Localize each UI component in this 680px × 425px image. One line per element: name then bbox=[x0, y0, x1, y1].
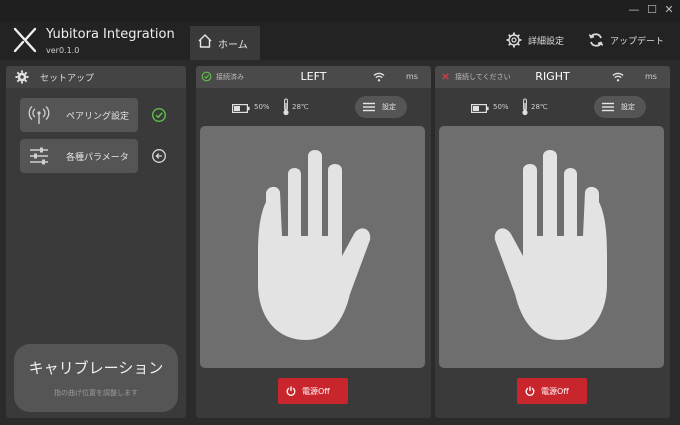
right-panel-header: 接続してください RIGHT ms bbox=[435, 66, 670, 88]
left-latency-unit: ms bbox=[406, 72, 418, 81]
left-hand-icon bbox=[258, 150, 371, 340]
setup-title: セットアップ bbox=[40, 74, 95, 84]
right-settings-button[interactable]: 設定 bbox=[594, 96, 646, 118]
right-settings-label: 設定 bbox=[621, 103, 635, 111]
gear-icon bbox=[15, 70, 29, 84]
left-settings-label: 設定 bbox=[382, 103, 396, 111]
minimize-button[interactable]: — bbox=[627, 3, 641, 17]
left-temperature: 28℃ bbox=[292, 103, 309, 111]
app-header: Yubitora Integration ver0.1.0 ホーム 詳細設定 ア… bbox=[0, 22, 680, 60]
app-version: ver0.1.0 bbox=[46, 46, 80, 55]
refresh-icon bbox=[588, 33, 604, 47]
home-icon bbox=[198, 34, 212, 48]
left-battery-level: 50% bbox=[254, 103, 270, 111]
setup-header: セットアップ bbox=[6, 66, 186, 88]
right-battery-level: 50% bbox=[493, 103, 509, 111]
right-power-off-label: 電源Off bbox=[541, 387, 569, 396]
left-hand-panel: 接続済み LEFT ms 50% 28℃ 設定 電源Off bbox=[196, 66, 431, 418]
right-hand-panel: 接続してください RIGHT ms 50% 28℃ 設定 電源Off bbox=[435, 66, 670, 418]
calibration-subtitle: 指の曲げ位置を調整します bbox=[54, 389, 138, 397]
advanced-settings-button[interactable]: 詳細設定 bbox=[506, 31, 568, 51]
battery-icon bbox=[471, 104, 489, 113]
menu-icon bbox=[602, 102, 614, 112]
calibration-button[interactable]: キャリブレーション 指の曲げ位置を調整します bbox=[14, 344, 178, 412]
right-hand-view bbox=[439, 126, 664, 368]
battery-icon bbox=[232, 104, 250, 113]
left-power-off-label: 電源Off bbox=[302, 387, 330, 396]
antenna-icon bbox=[28, 106, 50, 124]
parameters-button[interactable]: 各種パラメータ bbox=[20, 139, 138, 173]
left-power-off-button[interactable]: 電源Off bbox=[278, 378, 348, 404]
right-temperature: 28℃ bbox=[531, 103, 548, 111]
thermometer-icon bbox=[522, 98, 528, 116]
update-button[interactable]: アップデート bbox=[588, 31, 668, 51]
thermometer-icon bbox=[283, 98, 289, 116]
power-icon bbox=[286, 386, 296, 396]
app-logo-icon bbox=[13, 27, 37, 53]
window-titlebar: — ☐ ✕ bbox=[0, 0, 680, 22]
right-hand-title: RIGHT bbox=[535, 70, 570, 83]
calibration-title: キャリブレーション bbox=[28, 359, 164, 377]
maximize-button[interactable]: ☐ bbox=[645, 3, 659, 17]
tab-home[interactable]: ホーム bbox=[190, 26, 260, 60]
left-hand-title: LEFT bbox=[300, 70, 327, 83]
right-power-off-button[interactable]: 電源Off bbox=[517, 378, 587, 404]
right-hand-icon bbox=[494, 150, 607, 340]
parameters-label: 各種パラメータ bbox=[66, 153, 129, 163]
power-icon bbox=[525, 386, 535, 396]
left-settings-button[interactable]: 設定 bbox=[355, 96, 407, 118]
close-button[interactable]: ✕ bbox=[662, 3, 676, 17]
tab-home-label: ホーム bbox=[218, 40, 248, 51]
advanced-settings-label: 詳細設定 bbox=[528, 37, 565, 47]
update-label: アップデート bbox=[610, 37, 665, 47]
pairing-settings-button[interactable]: ペアリング設定 bbox=[20, 98, 138, 132]
app-title: Yubitora Integration bbox=[46, 27, 175, 42]
menu-icon bbox=[363, 102, 375, 112]
arrow-left-circle-icon[interactable] bbox=[151, 148, 167, 164]
wifi-icon bbox=[612, 72, 624, 82]
left-panel-header: 接続済み LEFT ms bbox=[196, 66, 431, 88]
setup-sidebar: セットアップ ペアリング設定 各種パラメータ キャリブレーション 指の曲げ位置を… bbox=[6, 66, 186, 418]
left-hand-view bbox=[200, 126, 425, 368]
right-latency-unit: ms bbox=[645, 72, 657, 81]
wifi-icon bbox=[373, 72, 385, 82]
check-circle-icon bbox=[151, 107, 167, 123]
pairing-settings-label: ペアリング設定 bbox=[66, 112, 130, 122]
gear-icon bbox=[506, 32, 522, 48]
sliders-icon bbox=[30, 147, 48, 165]
